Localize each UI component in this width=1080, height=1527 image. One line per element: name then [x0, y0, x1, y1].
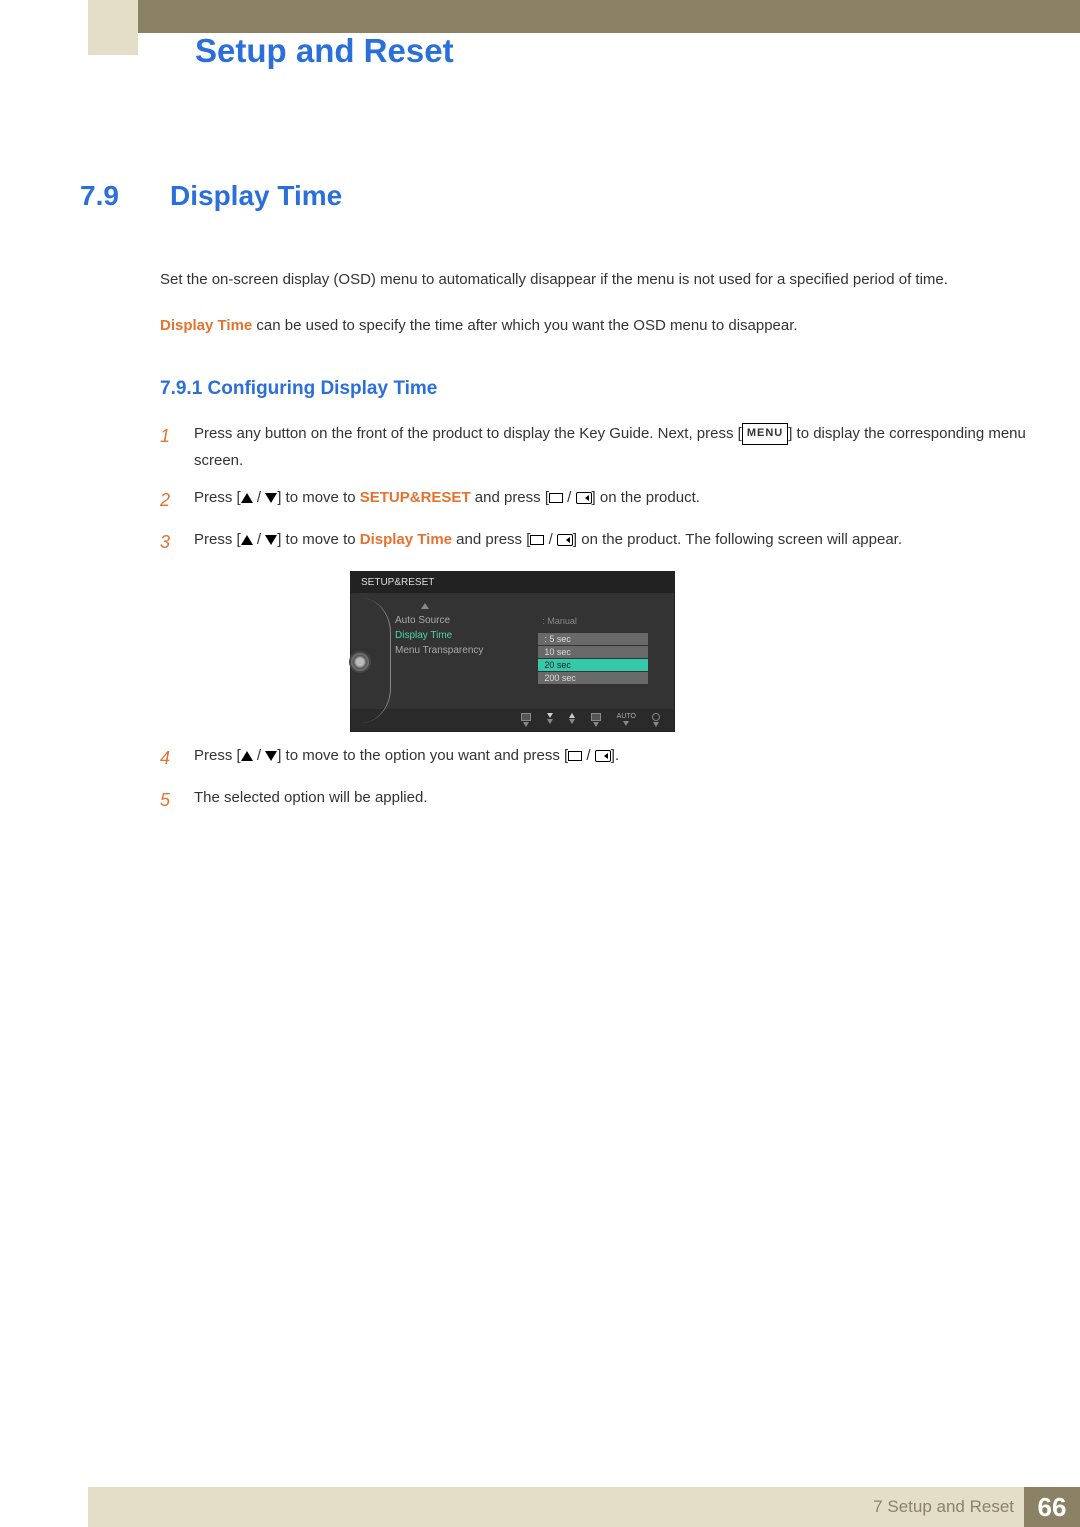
osd-option: 200 sec	[538, 672, 648, 684]
intro-paragraph: Set the on-screen display (OSD) menu to …	[160, 267, 1030, 293]
setup-reset-label: SETUP&RESET	[360, 489, 471, 506]
step-5: 5 The selected option will be applied.	[160, 784, 1030, 816]
step-3: 3 Press [ / ] to move to Display Time an…	[160, 526, 1030, 558]
osd-power-icon	[652, 713, 660, 727]
up-arrow-icon	[421, 603, 429, 609]
display-time-label: Display Time	[360, 531, 452, 548]
osd-nav-down-icon	[547, 713, 553, 727]
up-arrow-icon	[241, 493, 253, 503]
source-icon	[530, 535, 544, 545]
step-text: Press any button on the front of the pro…	[194, 420, 1030, 474]
intro2-rest: can be used to specify the time after wh…	[252, 317, 797, 334]
osd-nav-up-icon	[569, 713, 575, 727]
step-2: 2 Press [ / ] to move to SETUP&RESET and…	[160, 484, 1030, 516]
subsection-title: 7.9.1 Configuring Display Time	[160, 378, 1030, 400]
step-num: 4	[160, 742, 176, 774]
up-arrow-icon	[241, 751, 253, 761]
header-tab	[88, 0, 138, 55]
step-1: 1 Press any button on the front of the p…	[160, 420, 1030, 474]
osd-title: SETUP&RESET	[351, 572, 674, 593]
footer: 7 Setup and Reset 66	[88, 1487, 1080, 1527]
gear-icon	[351, 653, 369, 671]
osd-option: 10 sec	[538, 646, 648, 658]
source-icon	[568, 751, 582, 761]
source-icon	[549, 493, 563, 503]
step-text: Press [ / ] to move to Display Time and …	[194, 526, 1030, 558]
osd-nav-back-icon	[521, 713, 531, 727]
osd-value: : Manual	[538, 615, 664, 627]
osd-auto-label: AUTO	[617, 713, 636, 727]
enter-icon	[557, 534, 573, 546]
chapter-title: Setup and Reset	[195, 32, 454, 70]
osd-item: Menu Transparency	[391, 643, 538, 658]
osd-option-highlight: 20 sec	[538, 659, 648, 671]
osd-item-selected: Display Time	[391, 628, 538, 643]
osd-nav-enter-icon	[591, 713, 601, 727]
section-number: 7.9	[80, 180, 140, 212]
section-title: Display Time	[170, 180, 342, 212]
osd-item: Auto Source	[391, 613, 538, 628]
osd-screenshot: SETUP&RESET Auto Source Display Time Men…	[350, 571, 675, 732]
up-arrow-icon	[241, 535, 253, 545]
step-text: The selected option will be applied.	[194, 784, 1030, 816]
header-band	[88, 0, 1080, 33]
down-arrow-icon	[265, 751, 277, 761]
step-num: 5	[160, 784, 176, 816]
osd-body: Auto Source Display Time Menu Transparen…	[351, 593, 674, 709]
menu-button-icon: MENU	[742, 423, 788, 445]
step-text: Press [ / ] to move to SETUP&RESET and p…	[194, 484, 1030, 516]
down-arrow-icon	[265, 493, 277, 503]
osd-option: : 5 sec	[538, 633, 648, 645]
intro-paragraph-2: Display Time can be used to specify the …	[160, 313, 1030, 339]
step-list: 1 Press any button on the front of the p…	[160, 420, 1030, 817]
enter-icon	[595, 750, 611, 762]
osd-footer: AUTO	[351, 709, 674, 731]
page-number: 66	[1024, 1487, 1080, 1527]
display-time-label: Display Time	[160, 317, 252, 334]
enter-icon	[576, 492, 592, 504]
footer-text: 7 Setup and Reset	[873, 1497, 1014, 1517]
down-arrow-icon	[265, 535, 277, 545]
step-num: 1	[160, 420, 176, 474]
page-content: 7.9 Display Time Set the on-screen displ…	[80, 180, 1030, 827]
step-num: 3	[160, 526, 176, 558]
step-num: 2	[160, 484, 176, 516]
step-4: 4 Press [ / ] to move to the option you …	[160, 742, 1030, 774]
step-text: Press [ / ] to move to the option you wa…	[194, 742, 1030, 774]
